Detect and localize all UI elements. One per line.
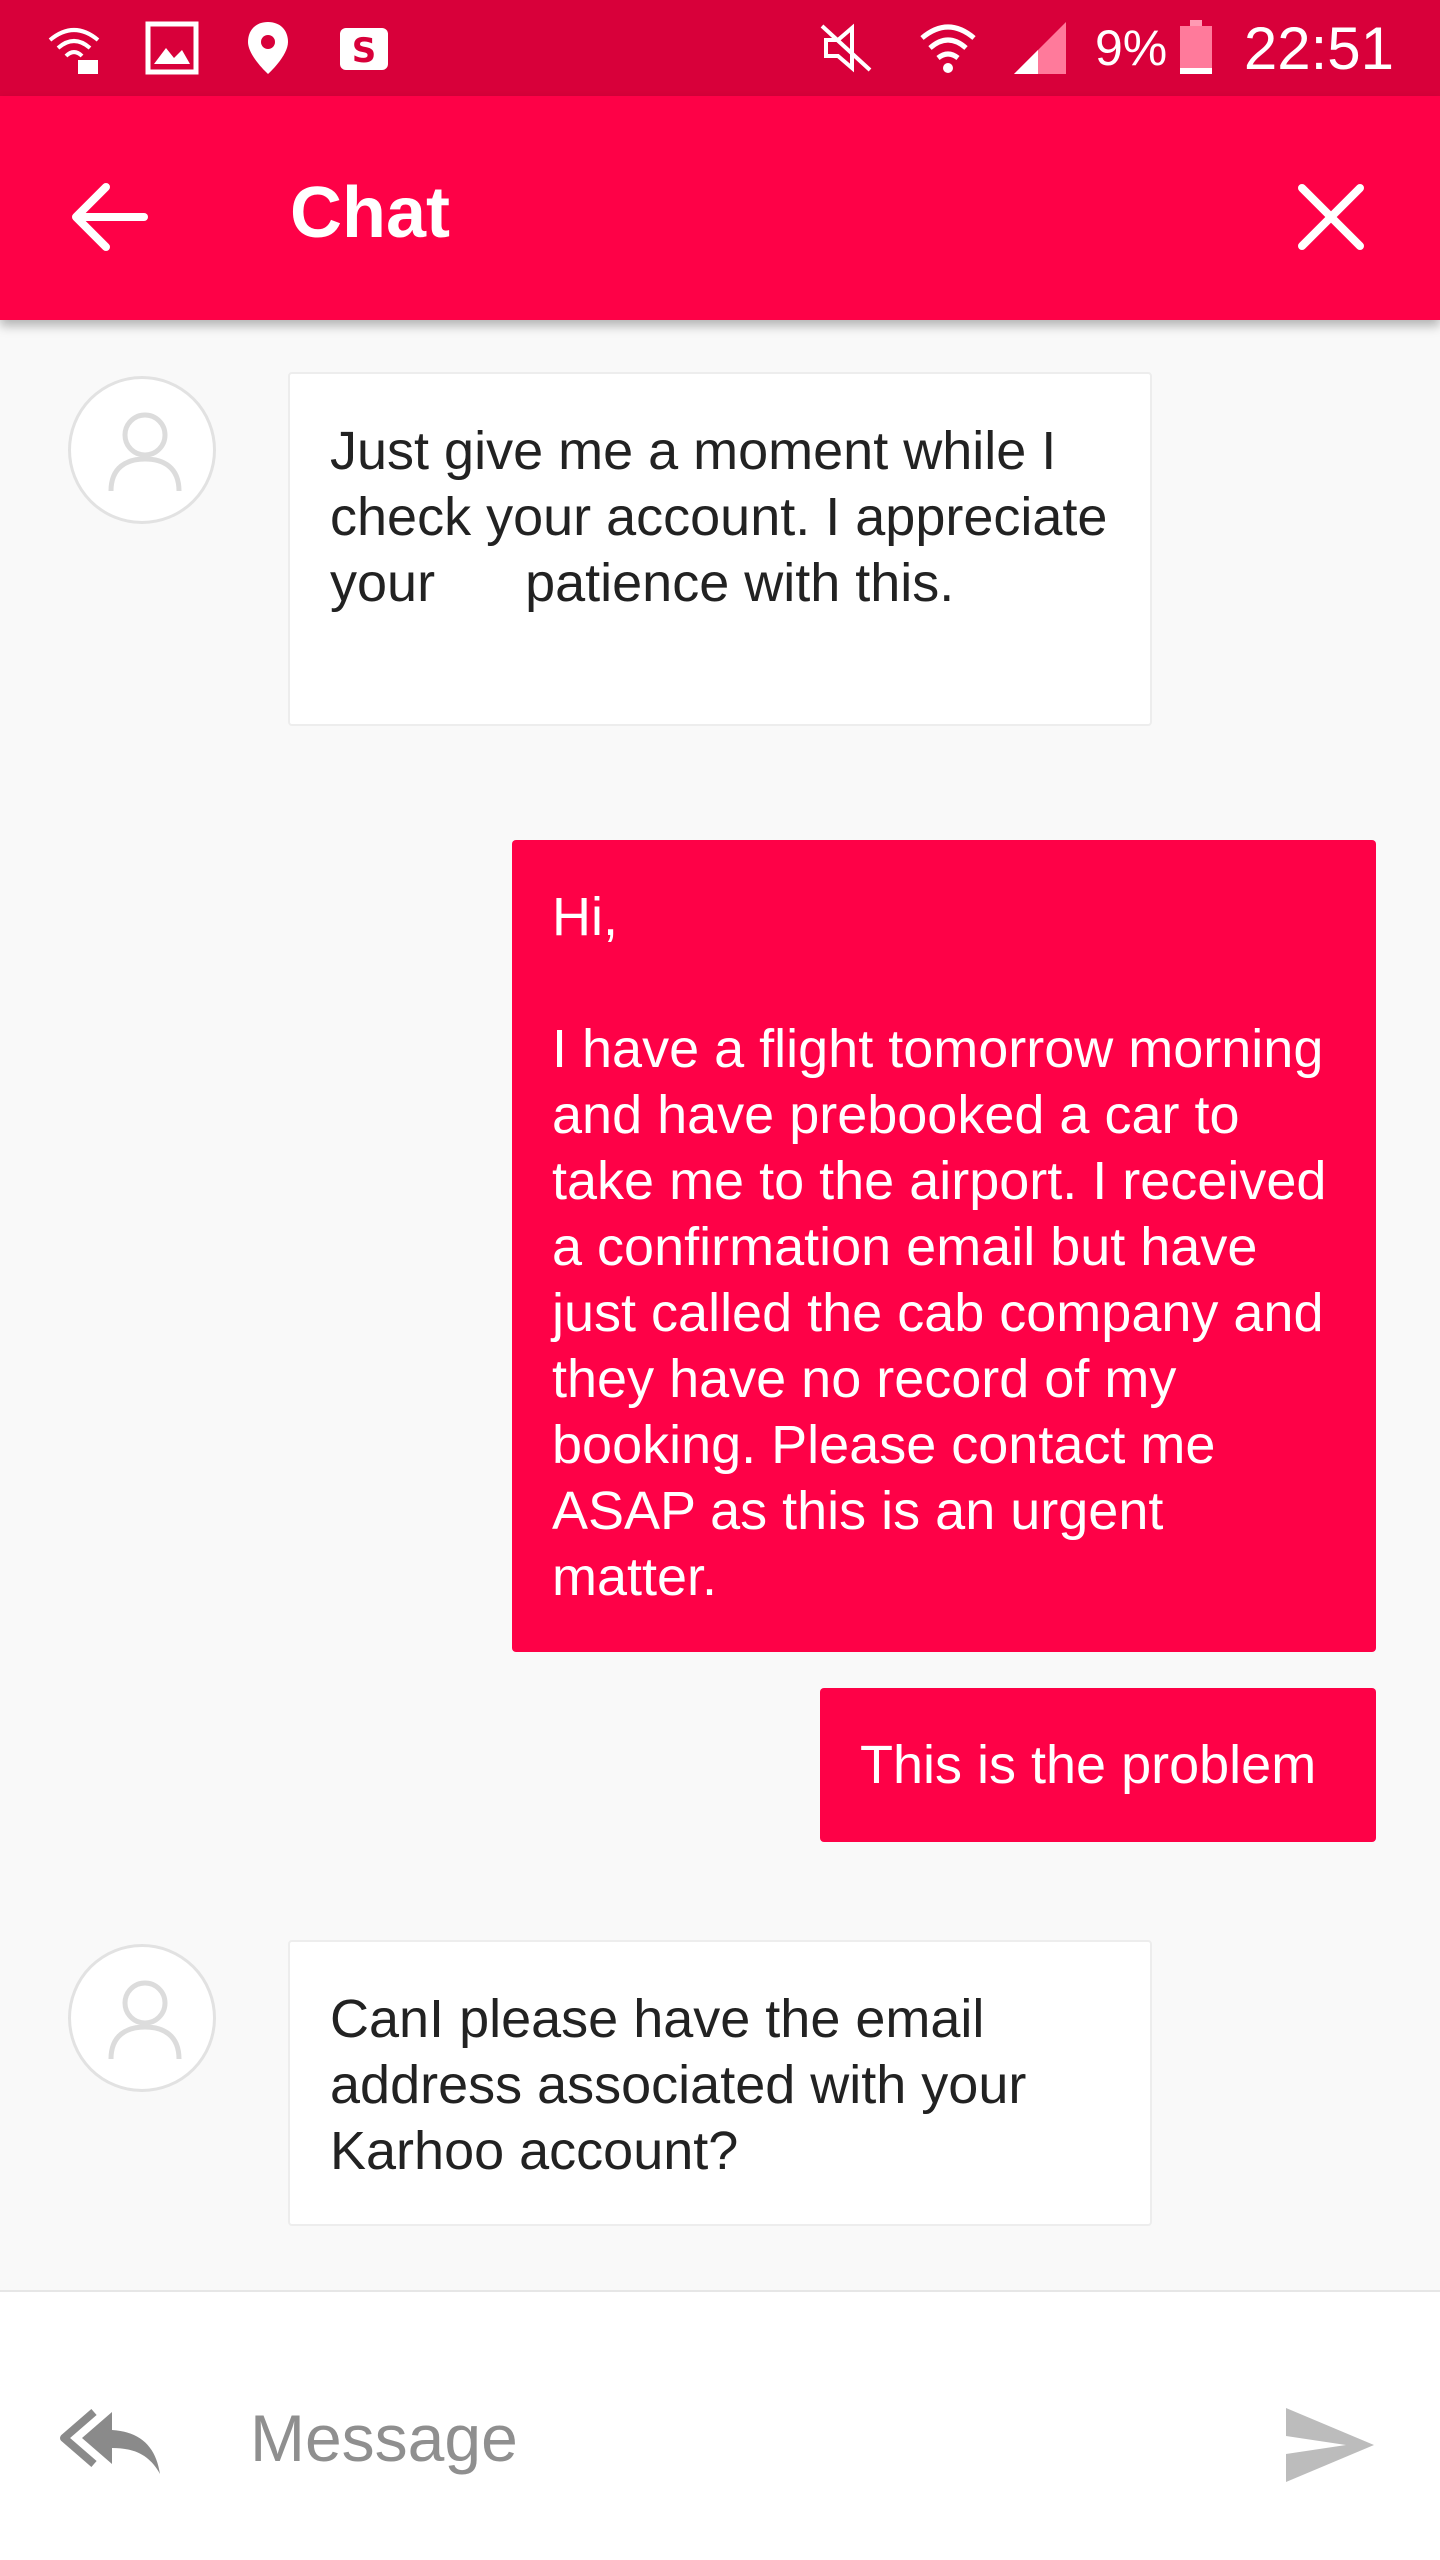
battery-percent: 9% [1095,20,1168,76]
status-bar: S 9% 22:51 [0,0,1440,96]
battery-icon [1180,20,1212,74]
status-time: 22:51 [1243,15,1394,82]
close-icon[interactable] [1276,162,1386,272]
message-bubble-outgoing: This is the problem [820,1688,1376,1842]
mute-icon [820,23,872,73]
page-title: Chat [290,173,450,253]
chat-screen: S 9% 22:51 Chat Just give me a moment wh… [0,0,1440,2560]
message-composer [0,2290,1440,2560]
message-bubble-incoming: CanI please have the email address assoc… [288,1940,1152,2226]
location-icon [248,22,288,74]
wifi-icon [920,24,976,73]
user-icon [108,412,182,492]
message-bubble-outgoing: Hi, I have a flight tomorrow morning and… [512,840,1376,1652]
message-bubble-incoming: Just give me a moment while I check your… [288,372,1152,726]
send-icon[interactable] [1280,2400,1380,2490]
message-input[interactable] [250,2388,1150,2488]
svg-text:S: S [352,31,377,71]
avatar [68,1944,216,2092]
user-icon [108,1980,182,2060]
gallery-icon [145,21,199,75]
arrow-back-icon[interactable] [56,162,166,272]
avatar [68,376,216,524]
wifi-calling-icon [48,28,100,74]
app-bar: Chat [0,96,1440,320]
reply-all-icon[interactable] [56,2402,168,2482]
signal-icon [1014,22,1066,74]
shopping-icon: S [340,28,388,71]
